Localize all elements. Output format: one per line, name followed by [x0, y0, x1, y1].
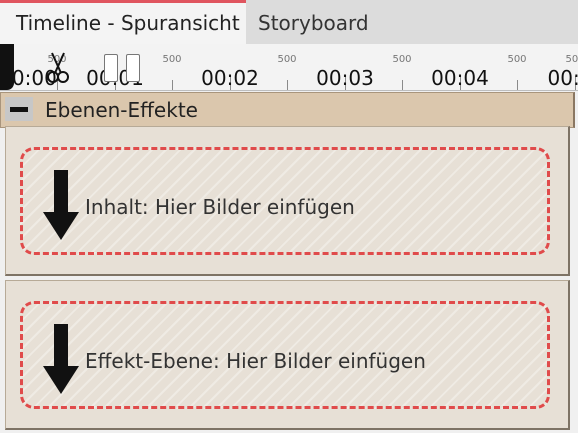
- ruler-sub-label: 500: [565, 54, 578, 65]
- layer-header: Ebenen-Effekte: [0, 92, 575, 128]
- ruler-sub-label: 500: [392, 54, 412, 65]
- scissors-icon[interactable]: [46, 50, 70, 84]
- range-marker-right[interactable]: [126, 54, 140, 82]
- ruler-time-label: 00:02: [201, 66, 259, 90]
- ruler-sub-label: 500: [507, 54, 527, 65]
- layer-title: Ebenen-Effekte: [45, 98, 198, 122]
- content-dropzone[interactable]: Inhalt: Hier Bilder einfügen: [20, 147, 550, 255]
- effect-dropzone[interactable]: Effekt-Ebene: Hier Bilder einfügen: [20, 301, 550, 409]
- ruler-minor-tick: [172, 80, 173, 90]
- ruler-minor-tick: [287, 80, 288, 90]
- ruler-minor-tick: [402, 80, 403, 90]
- tab-storyboard[interactable]: Storyboard: [250, 0, 377, 44]
- ruler-time-label: 00:04: [431, 66, 489, 90]
- ruler-sub-label: 500: [162, 54, 182, 65]
- content-drop-label: Inhalt: Hier Bilder einfügen: [85, 195, 355, 219]
- range-marker-left[interactable]: [104, 54, 118, 82]
- ruler-minor-tick: [517, 80, 518, 90]
- minus-icon: [10, 107, 28, 112]
- content-track: Inhalt: Hier Bilder einfügen: [5, 126, 570, 276]
- ruler-sub-label: 500: [277, 54, 297, 65]
- effect-track: Effekt-Ebene: Hier Bilder einfügen: [5, 280, 570, 430]
- down-arrow-icon: [43, 324, 79, 394]
- down-arrow-icon: [43, 170, 79, 240]
- playhead-marker[interactable]: [0, 44, 14, 90]
- ruler-time-label: 00:0: [547, 66, 578, 90]
- effect-drop-label: Effekt-Ebene: Hier Bilder einfügen: [85, 349, 426, 373]
- tab-timeline-spuransicht[interactable]: Timeline - Spuransicht: [0, 0, 246, 44]
- tab-bar: Timeline - Spuransicht Storyboard: [0, 0, 578, 44]
- ruler-time-label: 00:03: [316, 66, 374, 90]
- timeline-ruler[interactable]: 500 500 500 500 500 500 00:00 00:01 00:0…: [0, 44, 578, 91]
- collapse-toggle[interactable]: [5, 97, 33, 121]
